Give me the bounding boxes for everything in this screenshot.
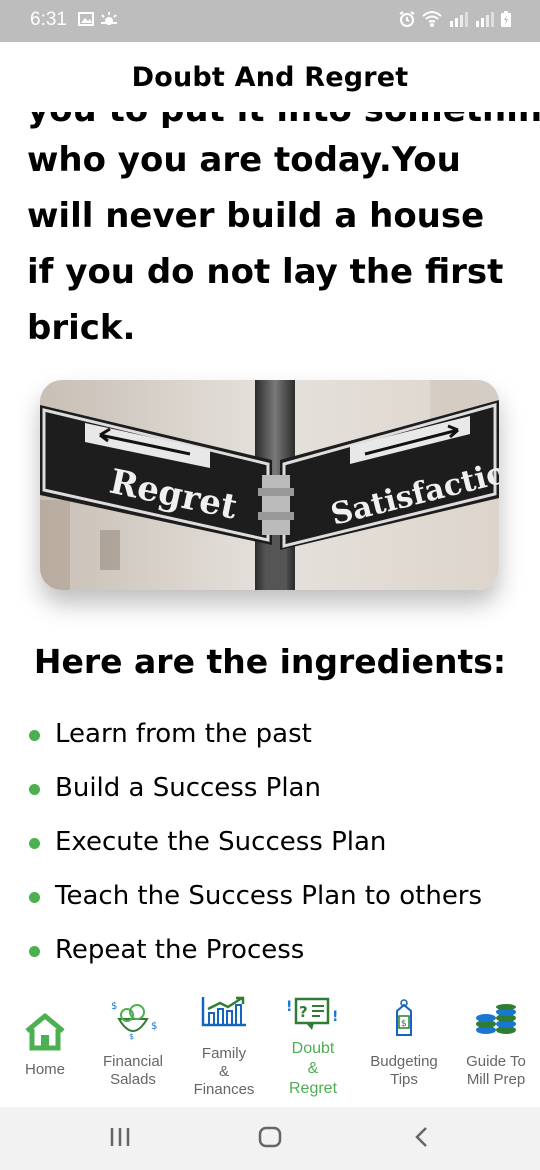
bullet-icon [29, 892, 40, 903]
nav-item-family-finances[interactable]: Family & Finances [176, 987, 272, 1107]
svg-text:?: ? [299, 1003, 308, 1021]
status-time: 6:31 [30, 9, 67, 30]
wifi-icon [422, 11, 442, 27]
content-scroll-area[interactable]: you to put it into something who you are… [0, 112, 540, 987]
signal-icon [476, 12, 494, 27]
weather-icon [101, 12, 117, 25]
nav-item-home[interactable]: Home [0, 987, 90, 1107]
bullet-icon [29, 730, 40, 741]
nav-item-doubt-regret[interactable]: ! ? ! Doubt & Regret [272, 987, 354, 1107]
bullet-icon [29, 946, 40, 957]
list-item-text: Learn from the past [55, 719, 312, 749]
list-item: Execute the Success Plan [28, 828, 482, 882]
list-item-text: Execute the Success Plan [55, 827, 387, 857]
bullet-icon [29, 838, 40, 849]
svg-text:$: $ [111, 1001, 117, 1012]
salad-money-icon: $ $ $ [111, 1001, 157, 1041]
nav-label: Guide To Mill Prep [466, 1053, 526, 1088]
nav-label: Doubt & Regret [288, 1040, 338, 1097]
price-tag-icon: $ [396, 999, 412, 1036]
signal-icon [450, 12, 468, 27]
list-item-text: Build a Success Plan [55, 773, 321, 803]
nav-item-guide-to-mill-prep[interactable]: Guide To Mill Prep [454, 987, 538, 1107]
recents-icon[interactable] [108, 1125, 132, 1149]
bullet-icon [29, 784, 40, 795]
system-navigation-bar [0, 1107, 540, 1170]
nav-item-financial-salads[interactable]: $ $ $ Financial Salads [90, 987, 176, 1107]
coins-stack-icon [476, 1004, 516, 1034]
list-item-text: Teach the Success Plan to others [55, 881, 483, 911]
svg-text:!: ! [286, 999, 292, 1015]
nav-label: Family & Finances [193, 1045, 255, 1098]
nav-label: Financial Salads [102, 1053, 164, 1088]
home-icon[interactable] [258, 1125, 282, 1149]
bar-chart-icon [201, 996, 246, 1027]
image-icon [78, 12, 94, 26]
battery-charging-icon [501, 11, 511, 27]
svg-text:$: $ [401, 1019, 407, 1029]
nav-label: Home [24, 1061, 65, 1078]
bottom-navigation: Home $ $ $ Financial Salads Family & Fin… [0, 987, 540, 1107]
list-item: Repeat the Process [28, 936, 482, 987]
page-title: Doubt And Regret [131, 62, 409, 93]
ingredients-list: Learn from the past Build a Success Plan… [28, 720, 482, 987]
svg-text:$: $ [151, 1021, 157, 1032]
home-icon [25, 1013, 65, 1051]
status-bar: 6:31 [0, 0, 540, 42]
ingredients-heading: Here are the ingredients: [33, 642, 507, 681]
app-bar: Doubt And Regret [0, 42, 540, 112]
question-list-icon: ! ? ! [286, 997, 338, 1030]
svg-text:$: $ [129, 1032, 134, 1041]
svg-text:!: ! [332, 1009, 338, 1025]
list-item-text: Repeat the Process [55, 935, 305, 965]
regret-satisfaction-signpost-image: Regret Satisfaction [40, 380, 499, 590]
nav-item-budgeting-tips[interactable]: $ Budgeting Tips [354, 987, 454, 1107]
list-item: Learn from the past [28, 720, 482, 774]
list-item: Teach the Success Plan to others [28, 882, 482, 936]
nav-label: Budgeting Tips [370, 1053, 438, 1088]
quote-text: who you are today.You will never build a… [27, 140, 504, 348]
list-item: Build a Success Plan [28, 774, 482, 828]
alarm-icon [399, 11, 415, 27]
back-icon[interactable] [410, 1125, 434, 1149]
